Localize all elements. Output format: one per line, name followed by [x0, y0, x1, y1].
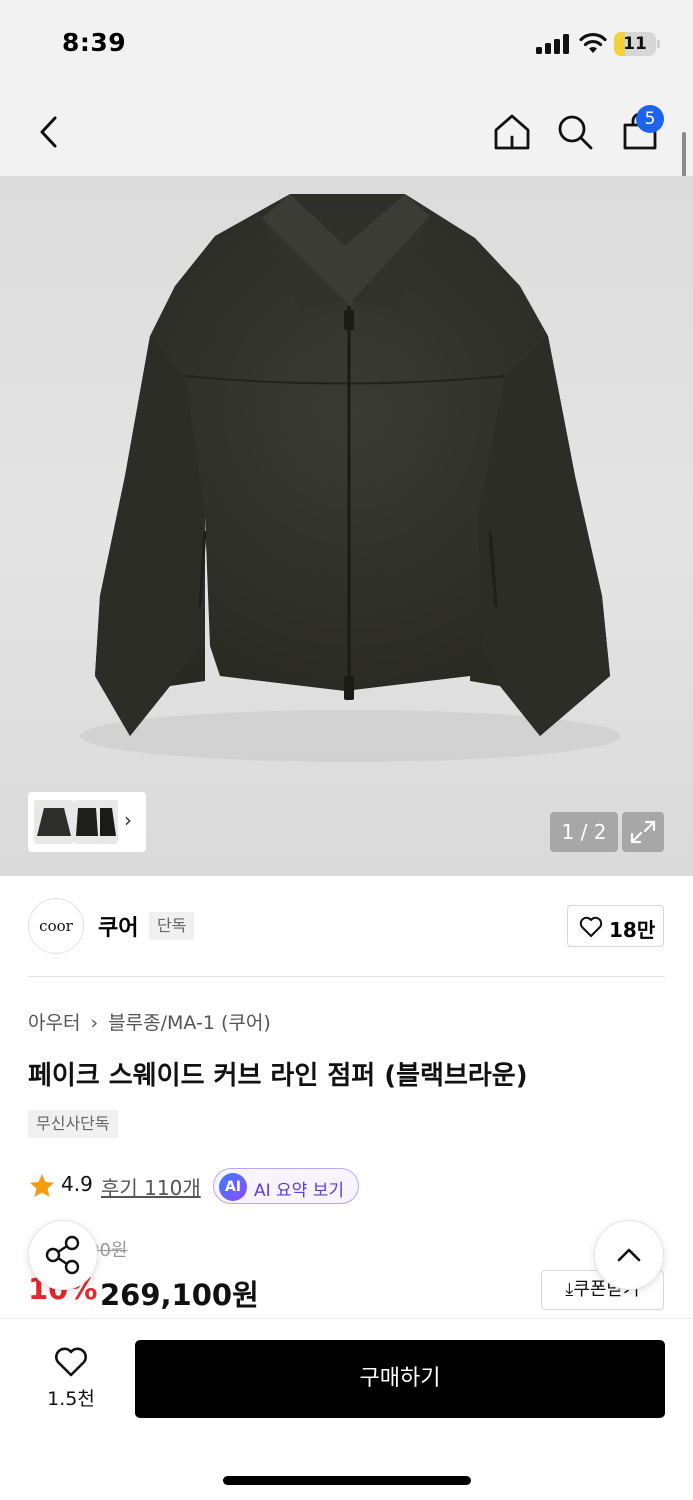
- brand-exclusive-tag: 단독: [149, 912, 195, 940]
- thumbnail-image[interactable]: [98, 800, 118, 844]
- breadcrumb-item[interactable]: 아우터: [28, 1012, 80, 1034]
- ai-summary-label: AI 요약 보기: [254, 1181, 345, 1201]
- brand-name[interactable]: 쿠어: [98, 910, 138, 942]
- ai-summary-button[interactable]: AI AI 요약 보기: [213, 1168, 359, 1204]
- rating-row: 4.9 후기 110개 AI AI 요약 보기: [28, 1168, 428, 1204]
- status-time: 8:39: [62, 28, 127, 57]
- thumbnail-next-chevron[interactable]: ›: [124, 808, 132, 832]
- brand-like-button[interactable]: 18만: [567, 905, 664, 947]
- cart-count-badge: 5: [636, 105, 664, 133]
- share-icon: [45, 1235, 80, 1275]
- top-nav-bar: [0, 88, 693, 176]
- rating-value: 4.9: [61, 1172, 93, 1196]
- cellular-signal-icon: [536, 34, 569, 54]
- heart-icon: [55, 1347, 87, 1377]
- scroll-to-top-button[interactable]: [594, 1220, 664, 1290]
- breadcrumb: 아우터 › 블루종/MA-1 (쿠어): [28, 1008, 275, 1035]
- battery-level: 11: [623, 34, 647, 54]
- product-image-gallery[interactable]: › 1 / 2: [0, 176, 693, 876]
- heart-icon: [579, 916, 603, 937]
- brand-like-count: 18만: [609, 918, 656, 942]
- expand-icon: [630, 820, 656, 844]
- search-icon[interactable]: [553, 110, 597, 154]
- status-bar: 8:39 11: [0, 0, 693, 88]
- product-jacket-image: [80, 194, 620, 762]
- sale-price: 269,100원: [100, 1278, 259, 1312]
- thumbnail-image[interactable]: [34, 800, 74, 844]
- divider: [28, 976, 665, 977]
- product-title: 페이크 스웨이드 커브 라인 점퍼 (블랙브라운): [28, 1061, 528, 1091]
- thumbnail-strip[interactable]: ›: [28, 792, 146, 852]
- musinsa-exclusive-tag: 무신사단독: [28, 1110, 118, 1138]
- back-chevron-icon[interactable]: [28, 110, 72, 154]
- home-indicator: [223, 1476, 471, 1485]
- image-page-indicator: 1 / 2: [550, 812, 618, 852]
- star-icon: [30, 1174, 54, 1197]
- ai-badge-icon: AI: [219, 1173, 247, 1201]
- breadcrumb-separator: ›: [90, 1012, 99, 1034]
- share-button[interactable]: [28, 1220, 98, 1290]
- breadcrumb-item[interactable]: 블루종/MA-1 (쿠어): [108, 1012, 271, 1034]
- brand-logo[interactable]: coor: [28, 898, 84, 954]
- wishlist-button[interactable]: 1.5천: [36, 1340, 106, 1418]
- review-link[interactable]: 후기 110개: [101, 1172, 201, 1201]
- wifi-icon: [579, 32, 607, 53]
- chevron-up-icon: [617, 1248, 641, 1262]
- expand-image-button[interactable]: [622, 812, 664, 852]
- thumbnail-image[interactable]: [74, 800, 100, 844]
- battery-icon: 11: [614, 32, 660, 56]
- buy-button[interactable]: 구매하기: [135, 1340, 665, 1418]
- home-icon[interactable]: [490, 110, 534, 154]
- wishlist-count: 1.5천: [47, 1388, 95, 1410]
